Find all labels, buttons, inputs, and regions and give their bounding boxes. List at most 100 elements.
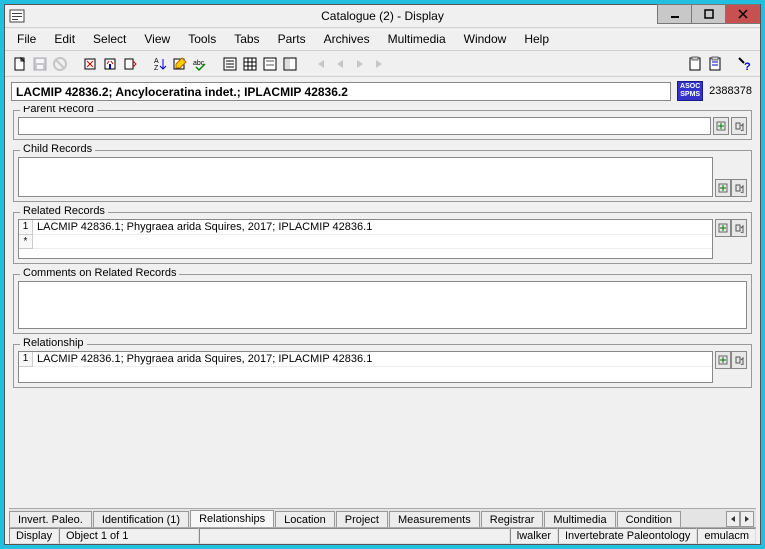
child-attach-button[interactable] [715, 179, 731, 197]
parent-attach-button[interactable] [713, 117, 729, 135]
stop-icon[interactable] [51, 55, 69, 73]
list-item: 1 LACMIP 42836.1; Phygraea arida Squires… [19, 220, 712, 235]
nav-next-icon[interactable] [351, 55, 369, 73]
tab-multimedia[interactable]: Multimedia [544, 511, 615, 527]
tab-relationships[interactable]: Relationships [190, 510, 274, 527]
minimize-button[interactable] [657, 4, 692, 24]
relationship-label: Relationship [20, 337, 87, 349]
form-view-icon[interactable] [261, 55, 279, 73]
nav-prev-icon[interactable] [331, 55, 349, 73]
menu-archives[interactable]: Archives [316, 30, 378, 48]
save-icon[interactable] [31, 55, 49, 73]
nav-first-icon[interactable] [311, 55, 329, 73]
related-records-label: Related Records [20, 205, 108, 217]
tab-invert-paleo-[interactable]: Invert. Paleo. [9, 511, 92, 527]
menu-file[interactable]: File [9, 30, 44, 48]
tab-strip: Invert. Paleo.Identification (1)Relation… [9, 508, 756, 528]
status-database: emulacm [697, 528, 756, 544]
undo-icon[interactable] [81, 55, 99, 73]
status-position: Object 1 of 1 [59, 528, 199, 544]
menu-multimedia[interactable]: Multimedia [380, 30, 454, 48]
tab-registrar[interactable]: Registrar [481, 511, 544, 527]
close-button[interactable] [725, 4, 760, 24]
window-title: Catalogue (2) - Display [5, 9, 760, 23]
maximize-button[interactable] [691, 4, 726, 24]
child-records-group: Child Records [13, 150, 752, 202]
row-text[interactable]: LACMIP 42836.1; Phygraea arida Squires, … [33, 220, 712, 235]
copy-icon[interactable] [121, 55, 139, 73]
parent-record-input[interactable] [18, 117, 711, 135]
record-title: LACMIP 42836.2; Ancyloceratina indet.; I… [11, 82, 671, 101]
title-bar: Catalogue (2) - Display [5, 5, 760, 28]
new-icon[interactable] [11, 55, 29, 73]
list-item: * [19, 235, 712, 249]
cut-icon[interactable] [101, 55, 119, 73]
tab-scroll [726, 511, 756, 527]
relationship-list[interactable]: 1 LACMIP 42836.1; Phygraea arida Squires… [18, 351, 713, 383]
sort-icon[interactable]: AZ [151, 55, 169, 73]
status-department: Invertebrate Paleontology [558, 528, 697, 544]
status-bar: Display Object 1 of 1 lwalker Invertebra… [9, 527, 756, 544]
parent-view-button[interactable] [731, 117, 747, 135]
menu-tools[interactable]: Tools [180, 30, 224, 48]
record-header: LACMIP 42836.2; Ancyloceratina indet.; I… [5, 77, 760, 105]
asoc-badge[interactable]: ASOC SPMS [677, 81, 703, 101]
related-view-button[interactable] [731, 219, 747, 237]
tab-condition[interactable]: Condition [617, 511, 681, 527]
menu-tabs[interactable]: Tabs [226, 30, 267, 48]
content-area: Parent Record Child Records Related [9, 106, 756, 510]
spellcheck-icon[interactable]: abc [191, 55, 209, 73]
row-text[interactable]: LACMIP 42836.1; Phygraea arida Squires, … [33, 352, 712, 367]
status-mode: Display [9, 528, 59, 544]
row-text[interactable] [33, 235, 712, 249]
child-records-label: Child Records [20, 143, 95, 155]
tab-scroll-left[interactable] [726, 511, 740, 527]
menu-help[interactable]: Help [516, 30, 557, 48]
menu-parts[interactable]: Parts [270, 30, 314, 48]
clipboard-a-icon[interactable] [686, 55, 704, 73]
comments-group: Comments on Related Records [13, 274, 752, 334]
detail-view-icon[interactable] [281, 55, 299, 73]
menu-edit[interactable]: Edit [46, 30, 83, 48]
parent-record-group: Parent Record [13, 110, 752, 140]
comments-label: Comments on Related Records [20, 267, 179, 279]
comments-input[interactable] [18, 281, 747, 329]
parent-record-label: Parent Record [20, 106, 97, 115]
window-controls [658, 4, 760, 24]
tab-measurements[interactable]: Measurements [389, 511, 480, 527]
record-id: 2388378 [709, 85, 754, 97]
svg-text:?: ? [744, 61, 751, 72]
relationship-group: Relationship 1 LACMIP 42836.1; Phygraea … [13, 344, 752, 388]
child-view-button[interactable] [731, 179, 747, 197]
tab-identification-1-[interactable]: Identification (1) [93, 511, 189, 527]
child-records-list[interactable] [18, 157, 713, 197]
row-number: 1 [19, 220, 33, 235]
menu-select[interactable]: Select [85, 30, 134, 48]
list-view-icon[interactable] [221, 55, 239, 73]
menu-window[interactable]: Window [456, 30, 515, 48]
toolbar: AZ abc ? [5, 51, 760, 77]
menu-bar: File Edit Select View Tools Tabs Parts A… [5, 28, 760, 51]
edit-icon[interactable] [171, 55, 189, 73]
related-attach-button[interactable] [715, 219, 731, 237]
relationship-attach-button[interactable] [715, 351, 731, 369]
status-spacer [199, 528, 510, 544]
tab-project[interactable]: Project [336, 511, 388, 527]
tab-location[interactable]: Location [275, 511, 335, 527]
list-item: 1 LACMIP 42836.1; Phygraea arida Squires… [19, 352, 712, 367]
grid-view-icon[interactable] [241, 55, 259, 73]
app-window: Catalogue (2) - Display File Edit Select… [4, 4, 761, 545]
tab-scroll-right[interactable] [740, 511, 754, 527]
menu-view[interactable]: View [136, 30, 178, 48]
status-user: lwalker [510, 528, 558, 544]
svg-text:Z: Z [154, 65, 159, 72]
svg-text:A: A [154, 58, 159, 65]
clipboard-b-icon[interactable] [706, 55, 724, 73]
row-number: 1 [19, 352, 33, 367]
app-icon [9, 8, 25, 24]
nav-last-icon[interactable] [371, 55, 389, 73]
help-icon[interactable]: ? [736, 55, 754, 73]
related-records-list[interactable]: 1 LACMIP 42836.1; Phygraea arida Squires… [18, 219, 713, 259]
row-number: * [19, 235, 33, 249]
relationship-view-button[interactable] [731, 351, 747, 369]
